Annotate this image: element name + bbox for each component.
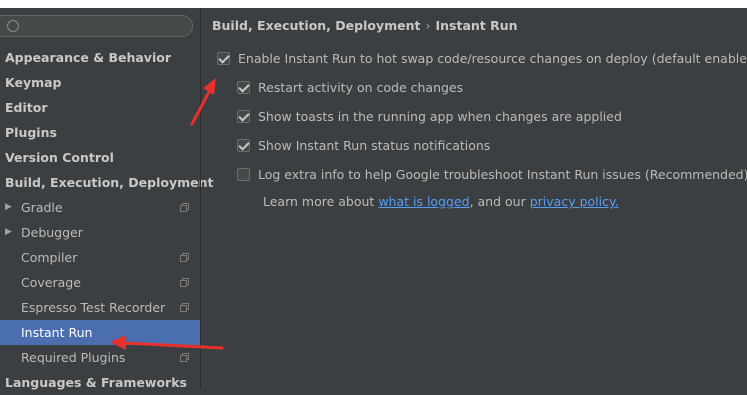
- sidebar-item-appearance-behavior[interactable]: Appearance & Behavior: [0, 45, 200, 70]
- show-toasts-checkbox[interactable]: [237, 110, 250, 123]
- what-is-logged-link[interactable]: what is logged: [378, 194, 469, 209]
- sidebar-item-languages-frameworks[interactable]: Languages & Frameworks: [0, 370, 200, 395]
- status-notifications-checkbox[interactable]: [237, 139, 250, 152]
- breadcrumb-current: Instant Run: [435, 18, 518, 33]
- breadcrumb-separator: ›: [425, 18, 431, 33]
- settings-content: Build, Execution, Deployment › Instant Run…: [212, 18, 747, 209]
- privacy-policy-link[interactable]: privacy policy.: [530, 194, 619, 209]
- sidebar-item-keymap[interactable]: Keymap: [0, 70, 200, 95]
- sidebar-item-build-execution-deployment[interactable]: Build, Execution, Deployment: [0, 170, 213, 195]
- sidebar-item-coverage[interactable]: Coverage: [0, 270, 200, 295]
- search-icon: [7, 20, 19, 32]
- sidebar-item-espresso-test-recorder[interactable]: Espresso Test Recorder: [0, 295, 200, 320]
- sidebar-item-instant-run[interactable]: Instant Run: [0, 320, 200, 345]
- enable-instant-run-checkbox[interactable]: [217, 52, 230, 65]
- project-settings-icon: [180, 278, 189, 287]
- search-input[interactable]: [0, 15, 193, 37]
- settings-sidebar: Appearance & Behavior Keymap Editor Plug…: [0, 8, 213, 390]
- sidebar-item-gradle[interactable]: ▶ Gradle: [0, 195, 200, 220]
- breadcrumb-parent: Build, Execution, Deployment: [212, 18, 421, 33]
- project-settings-icon: [180, 353, 189, 362]
- sidebar-item-compiler[interactable]: Compiler: [0, 245, 200, 270]
- project-settings-icon: [180, 303, 189, 312]
- project-settings-icon: [180, 253, 189, 262]
- log-extra-info-checkbox[interactable]: [237, 168, 250, 181]
- sidebar-item-required-plugins[interactable]: Required Plugins: [0, 345, 200, 370]
- sidebar-item-plugins[interactable]: Plugins: [0, 120, 200, 145]
- expand-arrow-icon[interactable]: ▶: [5, 220, 12, 245]
- learn-more-text: Learn more about what is logged, and our…: [263, 194, 619, 209]
- expand-arrow-icon[interactable]: ▶: [5, 195, 12, 220]
- project-settings-icon: [180, 203, 189, 212]
- sidebar-item-debugger[interactable]: ▶ Debugger: [0, 220, 200, 245]
- sidebar-item-editor[interactable]: Editor: [0, 95, 200, 120]
- sidebar-item-version-control[interactable]: Version Control: [0, 145, 200, 170]
- window-top-edge: [0, 0, 747, 8]
- restart-activity-checkbox[interactable]: [237, 81, 250, 94]
- breadcrumb: Build, Execution, Deployment › Instant Run: [212, 18, 518, 33]
